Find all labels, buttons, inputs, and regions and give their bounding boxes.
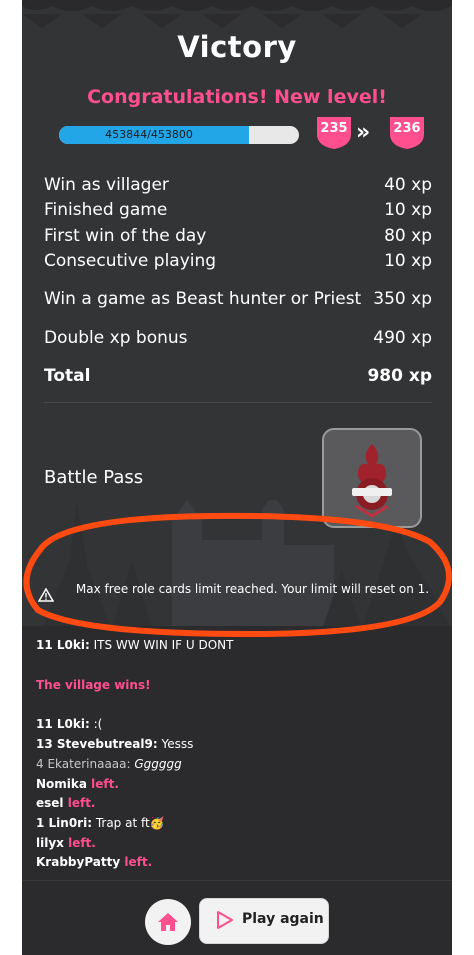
xp-row-value: 350 xp [373,289,432,309]
chat-username: 11 L0ki: [36,638,90,652]
xp-row-value: 10 xp [384,200,432,220]
play-again-label: Play again [242,911,324,927]
next-level-number: 236 [393,121,421,136]
chat-message: 11 L0ki: ITS WW WIN IF U DONT [36,638,233,652]
battle-pass-emblem-icon [352,444,392,518]
player-left-message: Nomika left. [36,777,119,791]
victory-title: Victory [177,30,297,64]
chat-username: 11 L0ki: [36,717,90,731]
xp-row-label: Win as villager [44,175,169,195]
chat-text: ITS WW WIN IF U DONT [89,638,234,652]
play-icon [217,911,233,929]
divider [44,402,432,403]
chat-message: 4 Ekaterinaaaa: Gggggg [36,757,182,771]
current-level-number: 235 [320,121,348,136]
xp-progress-text: 453844/453800 [105,128,193,141]
chat-username: esel [36,796,64,810]
xp-row-label: Win a game as Beast hunter or Priest [44,289,362,309]
home-button[interactable] [145,899,191,945]
xp-total-value: 980 xp [367,366,432,386]
bunting-decoration [22,0,452,28]
chat-text: Gggggg [130,757,182,771]
chat-username: KrabbyPatty [36,855,121,869]
notice-text: Max free role cards limit reached. Your … [75,582,430,596]
battle-pass-button[interactable] [322,428,422,528]
xp-row-value: 490 xp [373,328,432,348]
xp-row-label: Consecutive playing [44,251,217,271]
home-icon [158,913,178,931]
level-up-arrows-icon: » [356,120,370,145]
chat-message: 11 L0ki: :( [36,717,102,731]
left-text: left. [63,796,96,810]
next-level-badge: 236 [389,116,425,150]
system-message: The village wins! [36,678,151,692]
warning-icon [38,588,54,602]
chat-username: lilyx [36,836,64,850]
xp-row-value: 10 xp [384,251,432,271]
chat-log[interactable]: 11 L0ki: ITS WW WIN IF U DONT The villag… [22,626,452,880]
left-text: left. [120,855,153,869]
left-text: left. [86,777,119,791]
xp-row-label: Double xp bonus [44,328,188,348]
chat-message: 1 Lin0ri: Trap at ft🥳 [36,816,165,830]
chat-username: Nomika [36,777,87,791]
new-level-message: Congratulations! New level! [87,86,387,108]
screen: Victory Congratulations! New level! 4538… [0,0,474,955]
chat-text: Trap at ft🥳 [92,816,165,830]
current-level-badge: 235 [316,116,352,150]
chat-message: 13 Stevebutreal9: Yesss [36,737,193,751]
chat-username: 4 Ekaterinaaaa: [36,757,131,771]
play-again-button[interactable]: Play again [199,898,329,944]
xp-total-label: Total [44,366,91,386]
battle-pass-label: Battle Pass [44,467,144,488]
player-left-message: esel left. [36,796,96,810]
xp-row-value: 40 xp [384,175,432,195]
xp-row-label: Finished game [44,200,168,220]
results-panel: Victory Congratulations! New level! 4538… [22,0,452,955]
xp-progress-bar: 453844/453800 [59,126,299,144]
chat-username: 1 Lin0ri: [36,816,93,830]
chat-username: 13 Stevebutreal9: [36,737,158,751]
bottom-action-bar: Play again [22,880,452,955]
chat-text: Yesss [157,737,194,751]
left-text: left. [63,836,96,850]
player-left-message: lilyx left. [36,836,96,850]
xp-row-label: First win of the day [44,226,207,246]
xp-row-value: 80 xp [384,226,432,246]
player-left-message: KrabbyPatty left. [36,855,152,869]
chat-text: :( [89,717,103,731]
